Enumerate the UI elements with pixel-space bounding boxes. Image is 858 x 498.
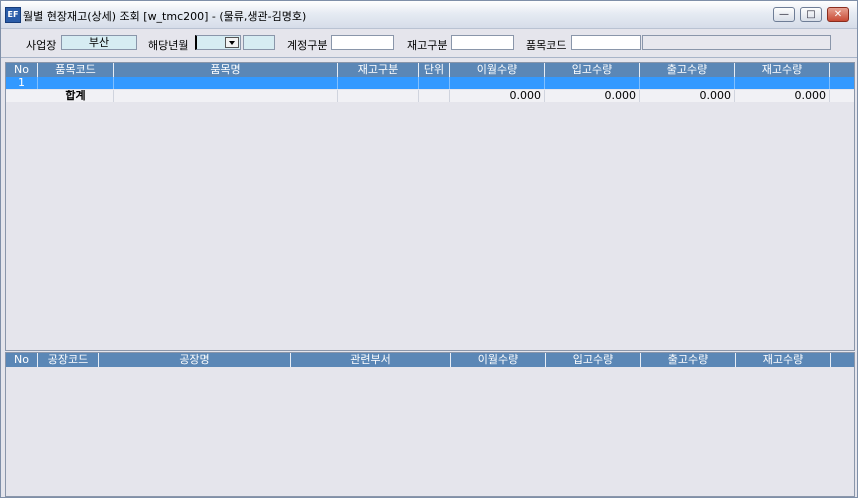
row-stock-qty[interactable] <box>735 77 830 89</box>
main-window: EF 월별 현장재고(상세) 조회 [w_tmc200] - (물류,생관-김명… <box>0 0 858 498</box>
month-select[interactable] <box>195 35 241 50</box>
col-stock-qty[interactable]: 재고수량 <box>735 63 830 77</box>
row-item-code[interactable] <box>38 77 114 89</box>
col-no[interactable]: No <box>6 63 38 77</box>
row-item-name[interactable] <box>114 77 338 89</box>
item-code-label: 품목코드 <box>526 39 567 52</box>
restore-button[interactable]: □ <box>800 7 822 22</box>
site-field[interactable]: 부산 <box>61 35 137 50</box>
total-no <box>6 90 38 102</box>
item-name-display <box>642 35 831 50</box>
row-out-qty[interactable] <box>640 77 735 89</box>
row-in-qty[interactable] <box>545 77 640 89</box>
col-stock-type[interactable]: 재고구분 <box>338 63 419 77</box>
stock-type-label: 재고구분 <box>407 39 448 52</box>
col-stock-qty[interactable]: 재고수량 <box>736 353 831 367</box>
stock-grid-header: No 품목코드 품목명 재고구분 단위 이월수량 입고수량 출고수량 재고수량 <box>6 63 854 77</box>
stock-type-field[interactable] <box>451 35 514 50</box>
row-carry-qty[interactable] <box>450 77 545 89</box>
chevron-down-icon[interactable] <box>225 37 239 48</box>
col-related-dept[interactable]: 관련부서 <box>291 353 451 367</box>
table-row[interactable]: 1 <box>6 77 854 89</box>
close-icon: ✕ <box>833 9 843 20</box>
row-no[interactable]: 1 <box>6 77 38 89</box>
total-row: 합계 0.000 0.000 0.000 0.000 <box>6 90 854 102</box>
stock-grid[interactable]: No 품목코드 품목명 재고구분 단위 이월수량 입고수량 출고수량 재고수량 … <box>5 62 855 351</box>
col-no[interactable]: No <box>6 353 38 367</box>
col-factory-code[interactable]: 공장코드 <box>38 353 99 367</box>
col-carry-qty[interactable]: 이월수량 <box>451 353 546 367</box>
close-button[interactable]: ✕ <box>827 7 849 22</box>
item-code-field[interactable] <box>571 35 641 50</box>
app-icon: EF <box>5 7 21 23</box>
minimize-button[interactable]: — <box>773 7 795 22</box>
col-factory-name[interactable]: 공장명 <box>99 353 291 367</box>
total-unit <box>419 90 450 102</box>
col-unit[interactable]: 단위 <box>419 63 450 77</box>
col-item-name[interactable]: 품목명 <box>114 63 338 77</box>
row-unit[interactable] <box>419 77 450 89</box>
factory-grid-header: No 공장코드 공장명 관련부서 이월수량 입고수량 출고수량 재고수량 <box>6 353 854 367</box>
col-item-code[interactable]: 품목코드 <box>38 63 114 77</box>
col-in-qty[interactable]: 입고수량 <box>545 63 640 77</box>
account-label: 계정구분 <box>287 39 328 52</box>
title-bar[interactable]: EF 월별 현장재고(상세) 조회 [w_tmc200] - (물류,생관-김명… <box>1 1 857 29</box>
total-stock-qty: 0.000 <box>735 90 830 102</box>
minimize-icon: — <box>779 9 789 20</box>
row-stock-type[interactable] <box>338 77 419 89</box>
total-stock-type <box>338 90 419 102</box>
col-out-qty[interactable]: 출고수량 <box>640 63 735 77</box>
filter-bar: 사업장 부산 해당년월 계정구분 재고구분 품목코드 <box>1 29 857 58</box>
col-carry-qty[interactable]: 이월수량 <box>450 63 545 77</box>
col-out-qty[interactable]: 출고수량 <box>641 353 736 367</box>
factory-grid[interactable]: No 공장코드 공장명 관련부서 이월수량 입고수량 출고수량 재고수량 <box>5 352 855 497</box>
site-label: 사업장 <box>26 39 57 52</box>
total-in-qty: 0.000 <box>545 90 640 102</box>
month-extra-field[interactable] <box>243 35 275 50</box>
account-field[interactable] <box>331 35 394 50</box>
total-item-name <box>114 90 338 102</box>
month-label: 해당년월 <box>148 39 189 52</box>
restore-icon: □ <box>806 9 816 20</box>
total-carry-qty: 0.000 <box>450 90 545 102</box>
total-label: 합계 <box>38 90 114 102</box>
col-in-qty[interactable]: 입고수량 <box>546 353 641 367</box>
total-out-qty: 0.000 <box>640 90 735 102</box>
window-title: 월별 현장재고(상세) 조회 [w_tmc200] - (물류,생관-김명호) <box>23 10 307 23</box>
